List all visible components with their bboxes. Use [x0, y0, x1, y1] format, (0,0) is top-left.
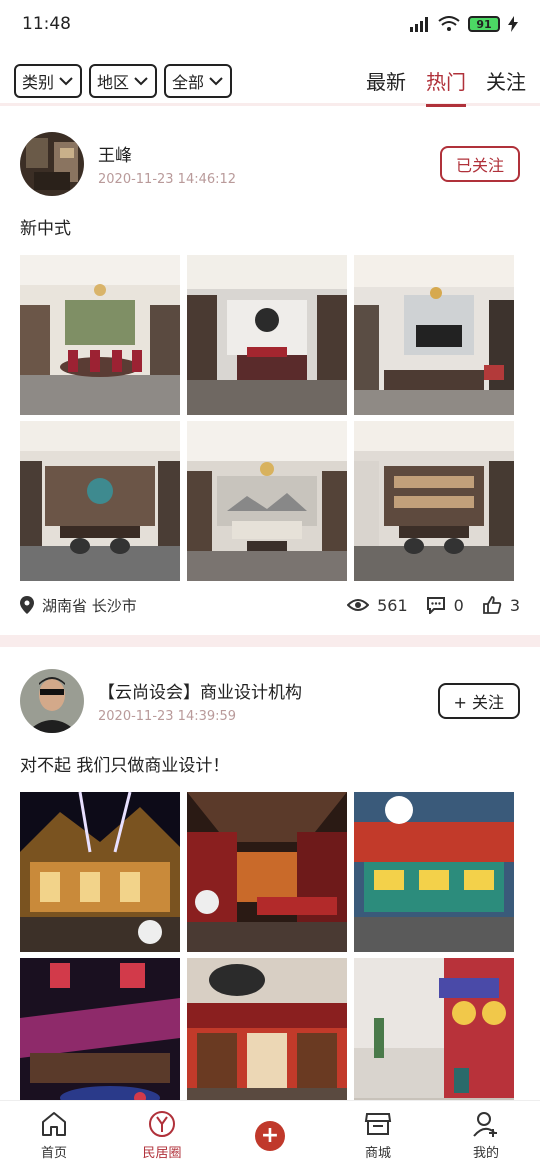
post-footer: 湖南省 长沙市 561 0 3 — [20, 583, 520, 627]
thumbs-up-icon — [482, 596, 502, 614]
post-photo[interactable] — [20, 792, 180, 952]
filter-dropdowns: 类别 地区 全部 — [14, 63, 233, 98]
post-photo[interactable] — [20, 421, 180, 581]
post-photo[interactable] — [354, 958, 514, 1118]
charging-icon — [508, 16, 518, 32]
battery-icon: 91 — [468, 16, 500, 32]
comment-icon — [426, 597, 445, 614]
post-photo[interactable] — [187, 958, 347, 1118]
post-time: 2020-11-23 14:46:12 — [98, 172, 237, 187]
wifi-icon — [438, 16, 460, 31]
author-name[interactable]: 王峰 — [98, 141, 440, 166]
post-time: 2020-11-23 14:39:59 — [98, 709, 237, 724]
nav-label: 首页 — [40, 1146, 67, 1161]
avatar-image — [20, 669, 84, 733]
category-dropdown[interactable]: 类别 — [14, 63, 83, 98]
nav-label: 我的 — [472, 1146, 499, 1161]
nav-home[interactable]: 首页 — [14, 1110, 94, 1161]
post-text: 新中式 — [20, 219, 71, 239]
photo-grid — [20, 792, 520, 1118]
author-info: 王峰 2020-11-23 14:46:12 — [98, 141, 440, 187]
post-header: 王峰 2020-11-23 14:46:12 已关注 — [20, 130, 520, 198]
avatar[interactable] — [20, 132, 84, 196]
comments-count: 0 — [453, 595, 464, 615]
chevron-down-icon — [59, 76, 73, 85]
chevron-down-icon — [209, 76, 223, 85]
sort-tabs: 最新 热门 关注 — [366, 57, 526, 107]
scope-dropdown[interactable]: 全部 — [164, 63, 233, 98]
dropdown-label: 地区 — [97, 72, 130, 92]
filter-bar: 类别 地区 全部 最新 热门 关注 — [0, 57, 540, 107]
location-text: 湖南省 长沙市 — [42, 596, 137, 615]
community-icon — [149, 1111, 175, 1137]
status-time: 11:48 — [22, 14, 71, 34]
status-icons: 91 — [408, 16, 518, 32]
post-card[interactable]: 王峰 2020-11-23 14:46:12 已关注 新中式 湖南省 长沙市 5… — [0, 110, 540, 647]
comments-stat[interactable]: 0 — [426, 596, 464, 615]
post-card[interactable]: 【云尚设会】商业设计机构 2020-11-23 14:39:59 + 关注 对不… — [0, 647, 540, 1118]
plus-icon: + — [255, 1120, 285, 1151]
post-photo[interactable] — [187, 421, 347, 581]
nav-label: 商城 — [364, 1146, 391, 1161]
likes-count: 3 — [509, 595, 520, 615]
location: 湖南省 长沙市 — [20, 595, 137, 616]
nav-profile[interactable]: 我的 — [446, 1110, 526, 1161]
author-info: 【云尚设会】商业设计机构 2020-11-23 14:39:59 — [98, 678, 438, 724]
tab-latest[interactable]: 最新 — [366, 57, 406, 105]
tab-hot[interactable]: 热门 — [426, 57, 466, 107]
avatar-image — [20, 132, 84, 196]
bottom-nav: 首页 民居圈 + 商城 我的 — [0, 1100, 540, 1170]
post-photo[interactable] — [187, 255, 347, 415]
post-stats: 561 0 3 — [347, 595, 520, 615]
nav-label: 民居圈 — [142, 1146, 182, 1161]
post-photo[interactable] — [354, 421, 514, 581]
post-photo[interactable] — [354, 255, 514, 415]
profile-icon — [473, 1112, 497, 1137]
feed: 王峰 2020-11-23 14:46:12 已关注 新中式 湖南省 长沙市 5… — [0, 110, 540, 1118]
avatar[interactable] — [20, 669, 84, 733]
post-text: 对不起 我们只做商业设计！ — [20, 756, 230, 776]
post-header: 【云尚设会】商业设计机构 2020-11-23 14:39:59 + 关注 — [20, 667, 520, 735]
photo-grid — [20, 255, 520, 581]
post-separator — [0, 635, 540, 647]
likes-stat[interactable]: 3 — [482, 595, 520, 615]
location-pin-icon — [20, 596, 34, 614]
follow-button[interactable]: + 关注 — [437, 683, 520, 719]
post-photo[interactable] — [20, 958, 180, 1118]
views-stat: 561 — [347, 596, 408, 615]
shop-icon — [364, 1113, 392, 1135]
followed-button[interactable]: 已关注 — [439, 146, 520, 182]
tab-following[interactable]: 关注 — [486, 57, 526, 105]
author-name[interactable]: 【云尚设会】商业设计机构 — [98, 678, 438, 703]
nav-community[interactable]: 民居圈 — [122, 1110, 202, 1161]
eye-icon — [347, 599, 370, 611]
home-icon — [42, 1112, 66, 1136]
nav-shop[interactable]: 商城 — [338, 1110, 418, 1161]
post-photo[interactable] — [187, 792, 347, 952]
post-photo[interactable] — [20, 255, 180, 415]
chevron-down-icon — [134, 76, 148, 85]
dropdown-label: 类别 — [22, 72, 55, 92]
region-dropdown[interactable]: 地区 — [89, 63, 158, 98]
signal-icon — [410, 17, 428, 32]
post-photo[interactable] — [354, 792, 514, 952]
dropdown-label: 全部 — [172, 72, 205, 92]
nav-publish[interactable]: + — [230, 1120, 310, 1151]
views-count: 561 — [377, 595, 408, 615]
status-bar: 11:48 91 — [0, 0, 540, 48]
